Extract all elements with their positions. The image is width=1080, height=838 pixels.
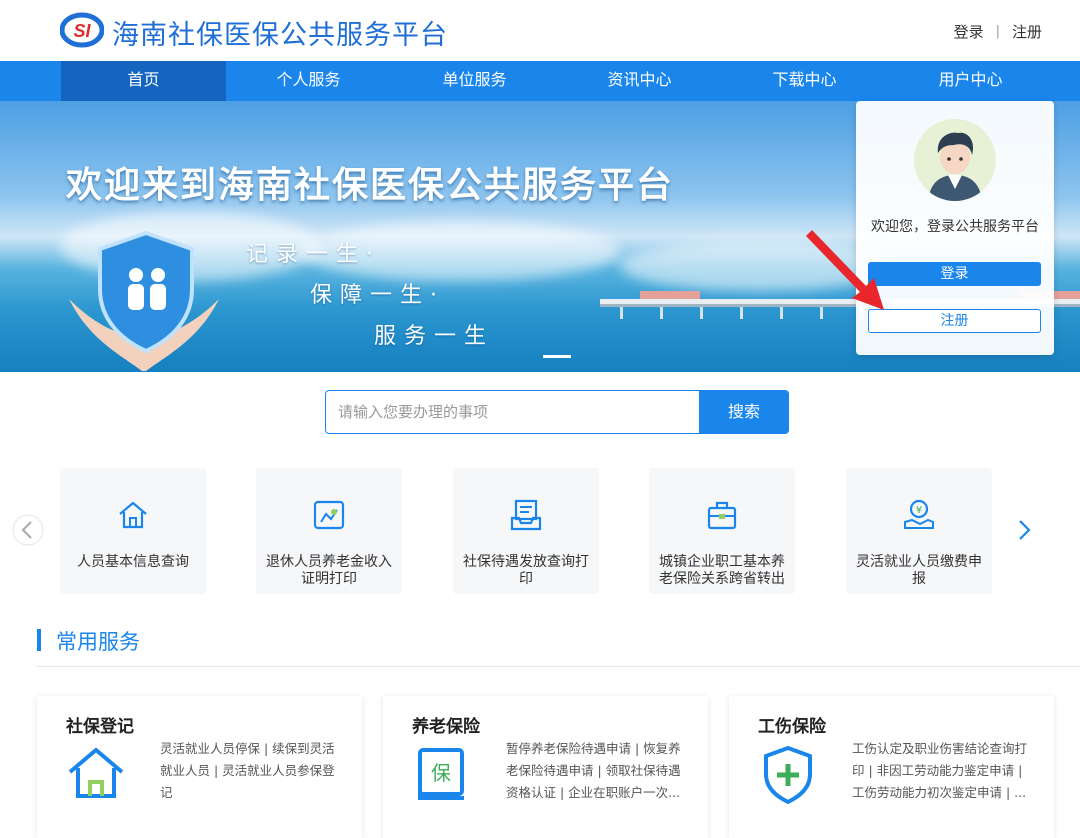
header-register-link[interactable]: 注册 <box>1012 21 1042 42</box>
header-auth: 登录 | 注册 <box>954 21 1042 42</box>
nav-item-user-center[interactable]: 用户中心 <box>888 61 1053 101</box>
pension-book-icon: 保 <box>418 748 464 800</box>
svg-text:¥: ¥ <box>916 505 922 516</box>
service-card-title: 养老保险 <box>412 717 480 737</box>
header: SI 海南社保医保公共服务平台 登录 | 注册 <box>0 0 1080 61</box>
quick-service-transfer[interactable]: 城镇企业职工基本养老保险关系跨省转出 <box>649 468 795 594</box>
login-button[interactable]: 登录 <box>868 262 1041 286</box>
page-root: SI 海南社保医保公共服务平台 登录 | 注册 首页 个人服务 单位服务 资讯中… <box>0 0 1080 838</box>
service-card-desc: 工伤认定及职业伤害结论查询打印 | 非因工劳动能力鉴定申请 | 工伤劳动能力初次… <box>852 741 1028 800</box>
briefcase-icon <box>707 501 737 530</box>
quick-service-label: 人员基本信息查询 <box>77 554 189 570</box>
shield-plus-icon <box>764 745 812 804</box>
annotation-arrow-icon <box>806 230 884 310</box>
user-avatar-icon <box>914 119 996 201</box>
quick-service-personal-info[interactable]: 人员基本信息查询 <box>60 468 206 594</box>
quick-service-label: 退休人员养老金收入证明打印 <box>266 554 392 587</box>
service-card-desc: 暂停养老保险待遇申请 | 恢复养老保险待遇申请 | 领取社保待遇资格认证 | 企… <box>506 741 681 800</box>
quick-service-label: 城镇企业职工基本养老保险关系跨省转出 <box>659 554 785 587</box>
section-title: 常用服务 <box>56 630 140 654</box>
carousel-next-icon[interactable] <box>1008 514 1040 546</box>
svg-text:保: 保 <box>431 761 451 785</box>
si-logo-icon: SI <box>60 12 104 48</box>
header-login-link[interactable]: 登录 <box>954 21 984 42</box>
quick-service-flexible-payment[interactable]: ¥ 灵活就业人员缴费申报 <box>846 468 992 594</box>
header-auth-separator: | <box>995 24 1000 39</box>
nav-item-personal[interactable]: 个人服务 <box>226 61 391 101</box>
nav-item-download[interactable]: 下载中心 <box>722 61 887 101</box>
site-title: 海南社保医保公共服务平台 <box>112 20 448 51</box>
service-card-title: 工伤保险 <box>758 717 826 737</box>
yuan-hand-icon: ¥ <box>904 499 934 529</box>
slogan-serve: 服务一生 <box>374 324 495 349</box>
carousel-indicator[interactable] <box>543 355 571 358</box>
quick-service-label: 社保待遇发放查询打印 <box>463 554 589 587</box>
svg-text:SI: SI <box>73 21 91 41</box>
register-button[interactable]: 注册 <box>868 309 1041 333</box>
search-button[interactable]: 搜索 <box>699 390 789 434</box>
service-card-registration[interactable]: 社保登记 灵活就业人员停保 | 续保到灵活就业人员 | 灵活就业人员参保登记 <box>37 696 362 838</box>
document-tray-icon <box>510 499 542 531</box>
main-nav: 首页 个人服务 单位服务 资讯中心 下载中心 用户中心 <box>0 61 1080 101</box>
quick-service-label: 灵活就业人员缴费申报 <box>856 554 982 587</box>
service-card-work-injury[interactable]: 工伤保险 工伤认定及职业伤害结论查询打印 | 非因工劳动能力鉴定申请 | 工伤劳… <box>729 696 1054 838</box>
nav-item-unit[interactable]: 单位服务 <box>392 61 557 101</box>
slogan-protect: 保障一生· <box>310 283 445 308</box>
shield-hands-icon <box>69 230 219 371</box>
home-icon <box>119 501 147 529</box>
quick-service-pension-cert[interactable]: 退休人员养老金收入证明打印 <box>256 468 402 594</box>
service-card-desc: 灵活就业人员停保 | 续保到灵活就业人员 | 灵活就业人员参保登记 <box>160 741 335 800</box>
service-card-pension[interactable]: 养老保险 保 暂停养老保险待遇申请 | 恢复养老保险待遇申请 | 领取社保待遇资… <box>383 696 708 838</box>
quick-service-benefit-print[interactable]: 社保待遇发放查询打印 <box>453 468 599 594</box>
search-input[interactable]: 请输入您要办理的事项 <box>325 390 699 434</box>
house-icon <box>68 748 124 798</box>
section-accent-bar <box>37 629 41 651</box>
nav-item-news[interactable]: 资讯中心 <box>557 61 722 101</box>
service-card-title: 社保登记 <box>66 717 134 737</box>
carousel-prev-icon[interactable] <box>12 514 44 546</box>
nav-item-home[interactable]: 首页 <box>61 61 226 101</box>
banner-title: 欢迎来到海南社保医保公共服务平台 <box>66 165 675 206</box>
certificate-icon <box>313 500 345 530</box>
slogan-record: 记录一生· <box>246 242 381 267</box>
section-divider <box>37 666 1080 667</box>
